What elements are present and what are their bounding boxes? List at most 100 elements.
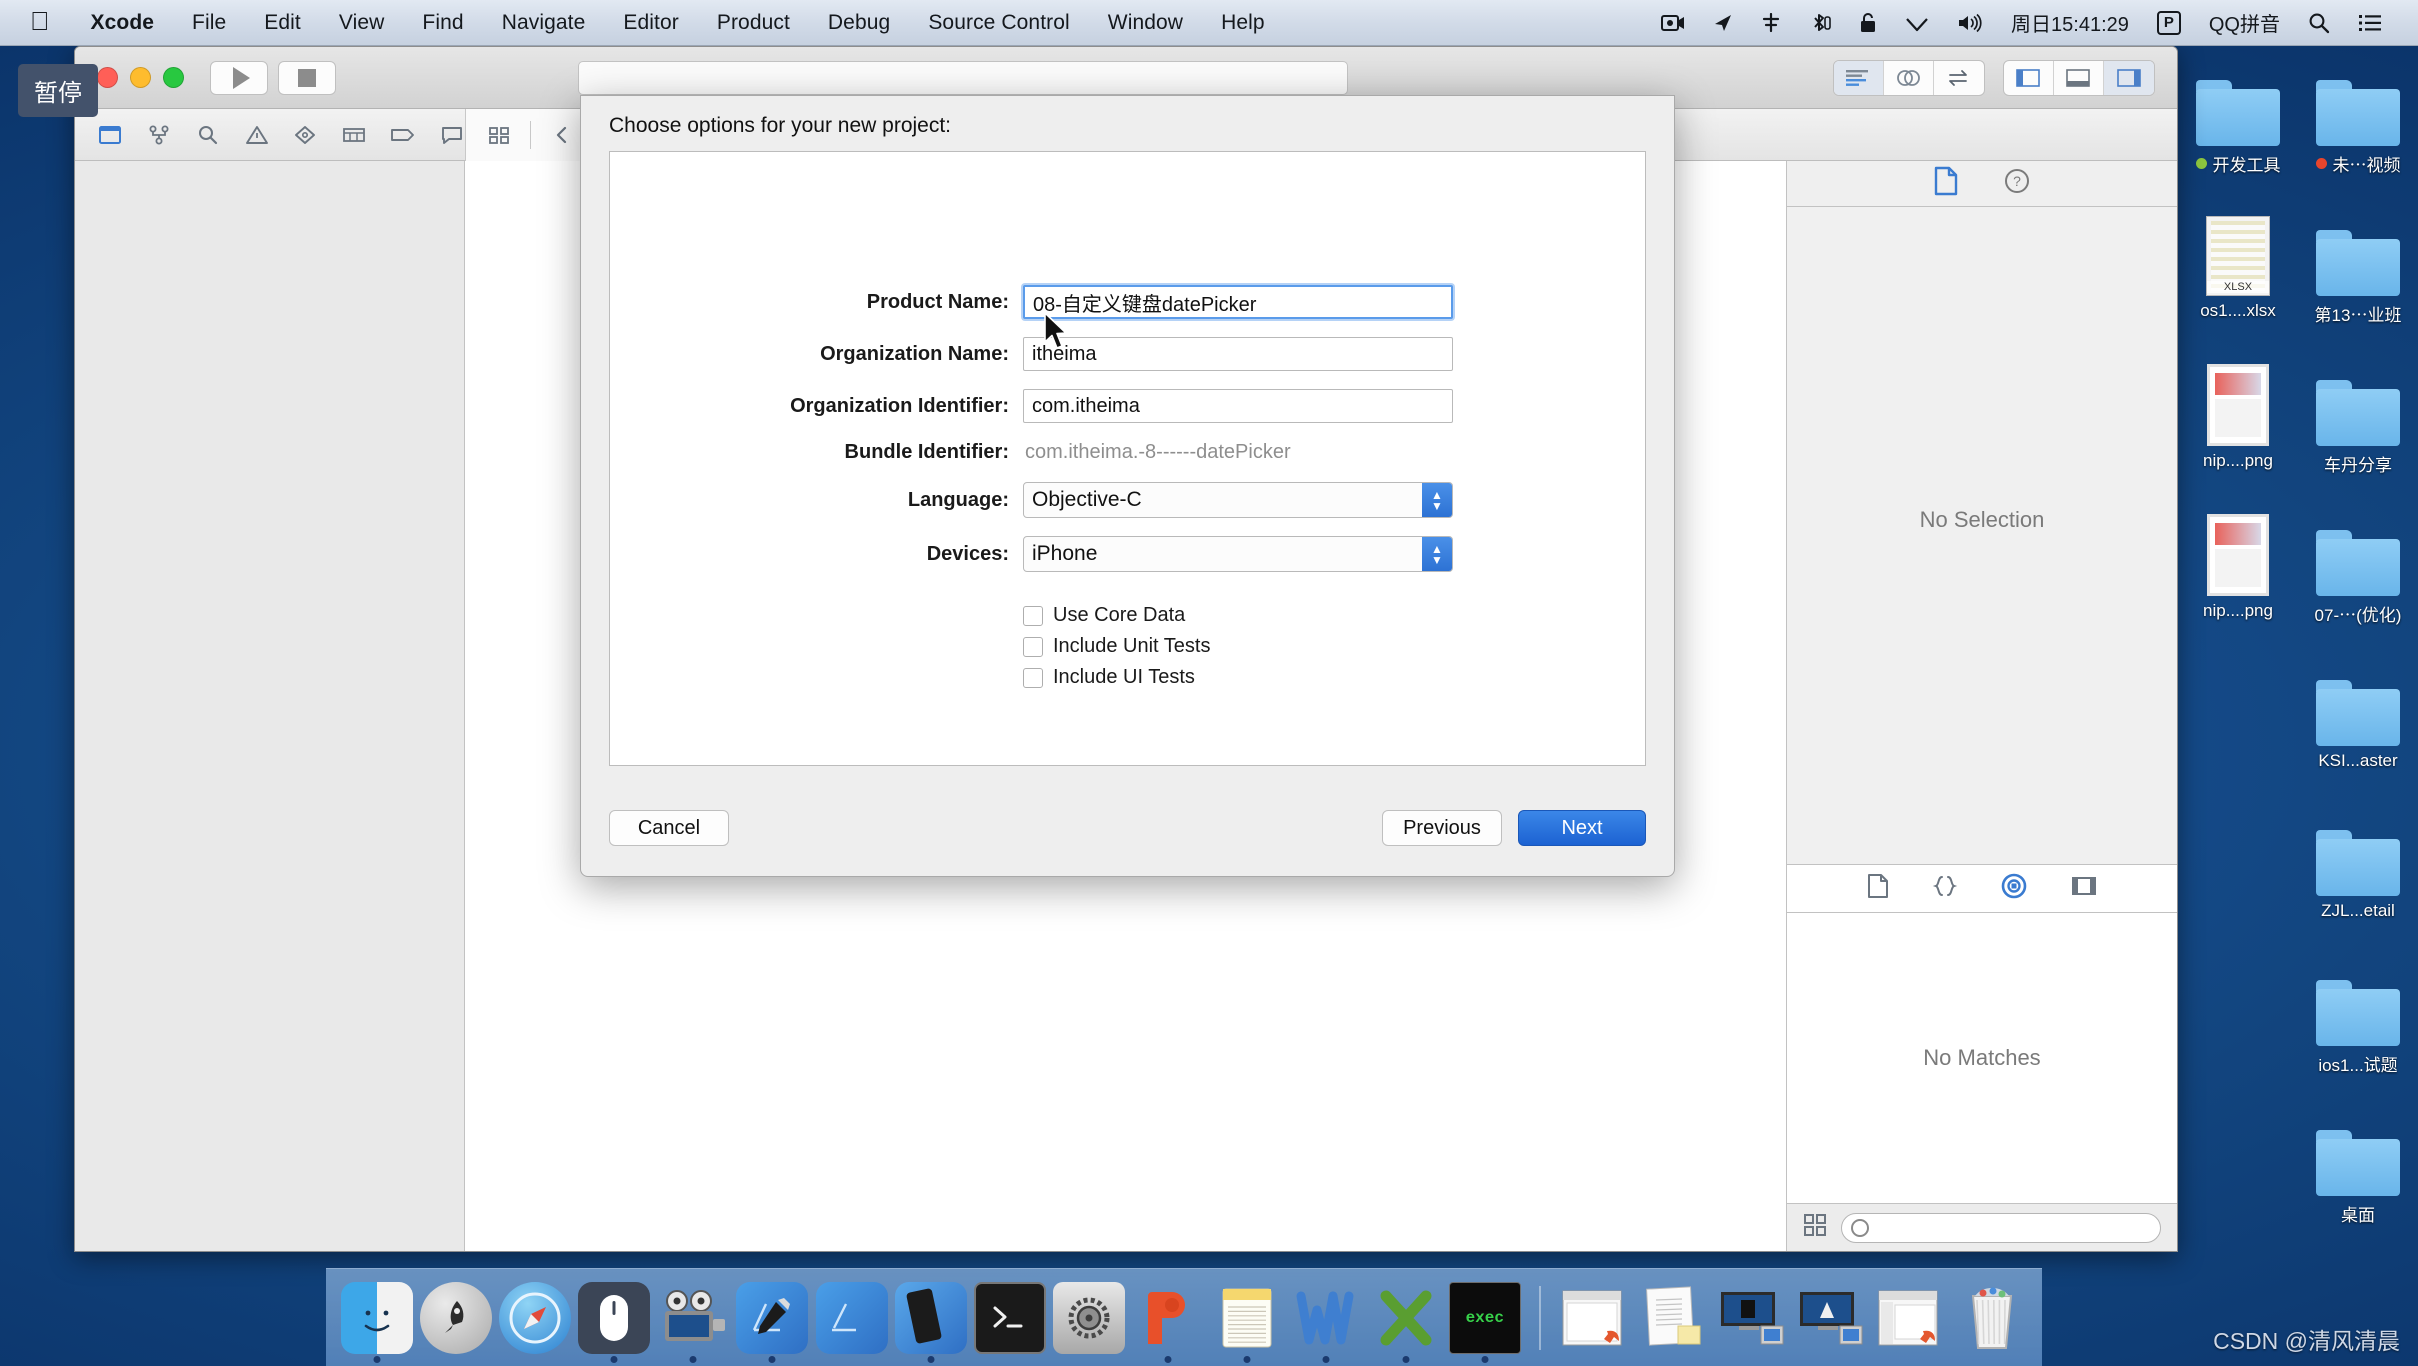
report-navigator-icon[interactable]	[438, 120, 465, 150]
dock-item-launchpad[interactable]	[419, 1279, 492, 1357]
checkbox-row[interactable]: Include UI Tests	[610, 666, 1645, 689]
menu-bar-clock[interactable]: 周日15:41:29	[1997, 0, 2143, 46]
media-library-icon[interactable]	[2000, 872, 2028, 905]
run-button[interactable]	[210, 60, 268, 95]
menu-item-editor[interactable]: Editor	[604, 0, 697, 46]
dock-item-trash[interactable]	[1955, 1279, 2028, 1357]
chevron-left-icon[interactable]	[547, 120, 577, 150]
menu-item-product[interactable]: Product	[698, 0, 809, 46]
checkbox-label[interactable]: Use Core Data	[1053, 604, 1185, 627]
utilities-toggle-icon[interactable]	[2103, 60, 2154, 95]
object-library-icon[interactable]	[2070, 874, 2098, 903]
navigator-panel[interactable]	[75, 161, 465, 1251]
menu-item-edit[interactable]: Edit	[245, 0, 320, 46]
desktop-icon[interactable]: 07-⋯(优化)	[2298, 496, 2418, 646]
stepper-arrows-icon[interactable]: ▲ ▼	[1422, 537, 1452, 571]
language-select[interactable]: Objective-C ▲ ▼	[1023, 482, 1453, 518]
previous-button[interactable]: Previous	[1382, 810, 1502, 846]
menu-item-find[interactable]: Find	[403, 0, 482, 46]
scheme-status-field[interactable]	[578, 60, 1349, 95]
wifi-icon[interactable]	[1891, 0, 1943, 46]
desktop-icon[interactable]: ios1...试题	[2298, 946, 2418, 1096]
minimize-window-button[interactable]	[130, 67, 151, 88]
utilities-panel[interactable]: ? No Selection No Matches	[1787, 161, 2177, 1251]
desktop-icon[interactable]: nip....png	[2178, 496, 2298, 646]
desktop-icon[interactable]: 开发工具	[2178, 46, 2298, 196]
dock-item-excel[interactable]	[1369, 1279, 1442, 1363]
menu-bar-status-items[interactable]: 周日15:41:29 P QQ拼音	[1647, 0, 2418, 46]
navigator-toggle-icon[interactable]	[2004, 60, 2054, 95]
dock[interactable]: exec	[326, 1268, 2042, 1366]
dock-item-xcode[interactable]	[736, 1279, 809, 1363]
notification-center-icon[interactable]	[2344, 0, 2396, 46]
dock-minimized-window[interactable]	[1718, 1279, 1791, 1357]
dock-item-word[interactable]	[1290, 1279, 1363, 1363]
debug-area-toggle-icon[interactable]	[2054, 60, 2104, 95]
product-name-input[interactable]: 08-自定义键盘datePicker	[1023, 285, 1453, 319]
menu-item-debug[interactable]: Debug	[809, 0, 909, 46]
desktop-icon[interactable]: ZJL...etail	[2298, 796, 2418, 946]
version-editor-icon[interactable]	[1934, 61, 1984, 95]
dock-minimized-window[interactable]	[1797, 1279, 1870, 1357]
dock-item-finder[interactable]	[340, 1279, 413, 1363]
apple-logo-icon[interactable]: 	[0, 8, 72, 34]
cancel-button[interactable]: Cancel	[609, 810, 729, 846]
menu-item-help[interactable]: Help	[1202, 0, 1284, 46]
lock-icon[interactable]	[1845, 0, 1891, 46]
volume-icon[interactable]	[1943, 0, 1997, 46]
library-grid-view-icon[interactable]	[1803, 1213, 1827, 1242]
dock-item-powerpoint[interactable]	[1132, 1279, 1205, 1363]
library-search-input[interactable]	[1841, 1212, 2161, 1243]
airdrop-icon[interactable]	[1747, 0, 1795, 46]
menu-item-view[interactable]: View	[320, 0, 404, 46]
menu-item-xcode[interactable]: Xcode	[72, 0, 174, 46]
issue-navigator-icon[interactable]	[243, 120, 270, 150]
dock-minimized-window[interactable]	[1876, 1279, 1949, 1357]
desktop-icon[interactable]: 桌面	[2298, 1096, 2418, 1246]
dock-item-safari[interactable]	[498, 1279, 571, 1357]
menu-item-navigate[interactable]: Navigate	[483, 0, 605, 46]
organization-name-input[interactable]: itheima	[1023, 337, 1453, 371]
desktop-icon[interactable]: 第13⋯业班	[2298, 196, 2418, 346]
assistant-editor-icon[interactable]	[1884, 60, 1934, 95]
checkbox-label[interactable]: Include Unit Tests	[1053, 635, 1211, 658]
editor-mode-segmented-control[interactable]	[1832, 59, 1985, 96]
inspector-tab-bar[interactable]: ?	[1787, 161, 2177, 207]
dock-item-xcode-beta[interactable]	[815, 1279, 888, 1357]
file-template-library-icon[interactable]	[1866, 873, 1890, 904]
menu-item-window[interactable]: Window	[1089, 0, 1202, 46]
checkbox-use-core-data[interactable]	[1023, 605, 1043, 626]
checkbox-row[interactable]: Include Unit Tests	[610, 635, 1645, 658]
next-button[interactable]: Next	[1518, 810, 1646, 846]
desktop-icon[interactable]: 未⋯视频	[2298, 46, 2418, 196]
stop-button[interactable]	[278, 60, 336, 95]
desktop-icon[interactable]: KSI...aster	[2298, 646, 2418, 796]
debug-navigator-icon[interactable]	[341, 120, 368, 150]
dock-item-terminal[interactable]	[973, 1279, 1046, 1357]
checkbox-include-unit-tests[interactable]	[1023, 636, 1043, 657]
desktop-icon[interactable]: nip....png	[2178, 346, 2298, 496]
menu-bar[interactable]:  XcodeFileEditViewFindNavigateEditorPro…	[0, 0, 2418, 46]
dock-minimized-window[interactable]	[1638, 1279, 1711, 1357]
dock-item-notes[interactable]	[1211, 1279, 1284, 1363]
test-navigator-icon[interactable]	[292, 120, 319, 150]
find-navigator-icon[interactable]	[195, 120, 222, 150]
library-tab-bar[interactable]	[1787, 865, 2177, 913]
new-project-options-sheet[interactable]: Choose options for your new project: Pro…	[580, 95, 1675, 877]
dock-item-exec-terminal[interactable]: exec	[1448, 1279, 1521, 1363]
spotlight-search-icon[interactable]	[2294, 0, 2344, 46]
view-toggles-segmented-control[interactable]	[2002, 59, 2155, 96]
close-window-button[interactable]	[97, 67, 118, 88]
checkbox-row[interactable]: Use Core Data	[610, 604, 1645, 627]
desktop-icon[interactable]: 车丹分享	[2298, 346, 2418, 496]
project-navigator-icon[interactable]	[97, 120, 124, 150]
file-inspector-icon[interactable]	[1933, 166, 1959, 201]
dock-item-quicktime-player[interactable]	[657, 1279, 730, 1363]
navigator-selector-bar[interactable]	[75, 120, 465, 150]
bluetooth-icon[interactable]	[1795, 0, 1845, 46]
checkbox-include-ui-tests[interactable]	[1023, 667, 1043, 688]
desktop-icon[interactable]: XLSX os1....xlsx	[2178, 196, 2298, 346]
related-items-icon[interactable]	[484, 120, 514, 150]
organization-identifier-input[interactable]: com.itheima	[1023, 389, 1453, 423]
dock-minimized-window[interactable]	[1559, 1279, 1632, 1357]
